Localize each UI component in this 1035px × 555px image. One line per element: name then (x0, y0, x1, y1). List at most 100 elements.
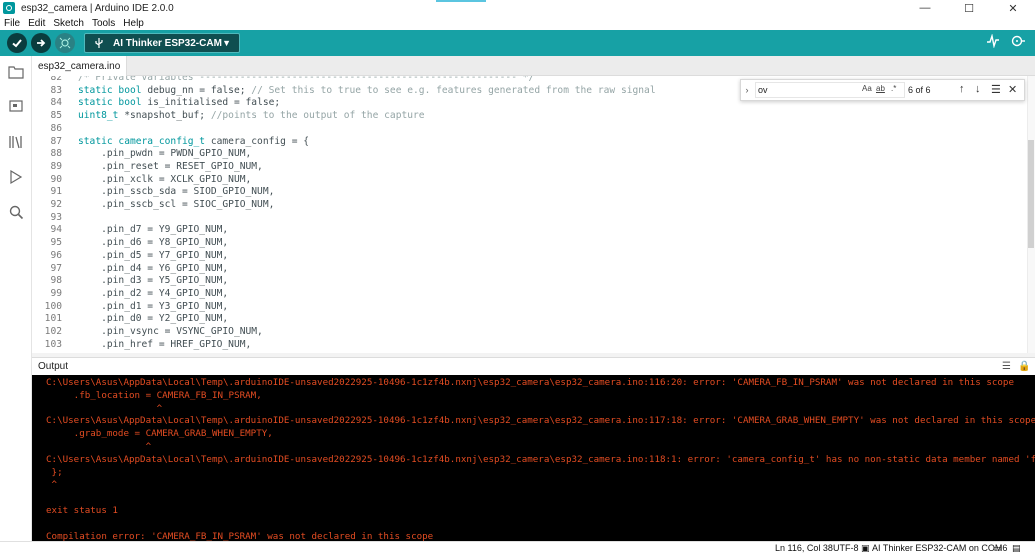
code-line[interactable]: 103 .pin_href = HREF_GPIO_NUM, (32, 339, 1022, 352)
code-token: static bool (78, 97, 142, 109)
find-widget: › ov Aa ab .* 6 of 6 ↑ ↓ ☰ ✕ (740, 79, 1025, 101)
code-line[interactable]: 85 uint8_t *snapshot_buf; //points to the… (32, 110, 1022, 123)
clear-output-icon[interactable]: ☰ (1002, 361, 1011, 372)
code-line[interactable]: 86 (32, 123, 1022, 136)
code-token: /* Private variables -------------------… (78, 76, 535, 83)
code-line[interactable]: 94 .pin_d7 = Y9_GPIO_NUM, (32, 224, 1022, 237)
line-number: 103 (44, 338, 62, 350)
output-title: Output (38, 361, 69, 372)
output-header: Output ☰ 🔒 (32, 357, 1035, 375)
code-text: .pin_d7 = Y9_GPIO_NUM, (78, 224, 228, 237)
library-manager-icon[interactable] (8, 134, 24, 150)
menu-file[interactable]: File (0, 18, 24, 29)
line-number: 90 (50, 173, 62, 185)
code-token: .pin_sscb_scl = SIOC_GPIO_NUM, (78, 199, 275, 210)
menu-sketch[interactable]: Sketch (49, 18, 88, 29)
code-line[interactable]: 98 .pin_d3 = Y5_GPIO_NUM, (32, 275, 1022, 288)
minimize-button[interactable]: — (903, 0, 947, 16)
sketchbook-folder-icon[interactable] (8, 64, 24, 80)
line-number: 102 (44, 326, 62, 337)
output-line: }; (46, 466, 63, 478)
line-number: 87 (50, 135, 62, 147)
line-number: 99 (50, 287, 62, 299)
close-button[interactable]: ✕ (991, 0, 1035, 16)
arduino-app-icon (3, 2, 15, 14)
cursor-position[interactable]: Ln 116, Col 38 (775, 543, 833, 553)
code-text: .pin_sscb_scl = SIOC_GPIO_NUM, (78, 199, 274, 212)
next-match-icon[interactable]: ↓ (975, 83, 981, 95)
line-number: 82 (50, 76, 62, 83)
code-token: .pin_d1 = Y3_GPIO_NUM, (78, 300, 229, 312)
lock-scroll-icon[interactable]: 🔒 (1018, 361, 1030, 372)
code-line[interactable]: 91 .pin_sscb_sda = SIOD_GPIO_NUM, (32, 186, 1022, 199)
code-token: static bool (78, 84, 142, 96)
editor-scroll-thumb[interactable] (1028, 140, 1034, 248)
debug-icon (59, 37, 71, 49)
code-token: .pin_d4 = Y6_GPIO_NUM, (78, 262, 229, 274)
code-token: //points to the output of the capture (210, 110, 425, 122)
notifications-icon[interactable]: ▭ (993, 543, 1002, 554)
code-line[interactable]: 95 .pin_d6 = Y8_GPIO_NUM, (32, 237, 1022, 250)
verify-button[interactable] (7, 33, 27, 53)
code-line[interactable]: 89 .pin_reset = RESET_GPIO_NUM, (32, 161, 1022, 174)
code-line[interactable]: 88 .pin_pwdn = PWDN_GPIO_NUM, (32, 148, 1022, 161)
boards-manager-icon[interactable] (8, 98, 24, 114)
code-text: .pin_d6 = Y8_GPIO_NUM, (78, 237, 228, 250)
file-encoding[interactable]: UTF-8 (833, 543, 859, 553)
code-token: .pin_xclk = XCLK_GPIO_NUM, (78, 173, 252, 185)
code-token: .pin_d3 = Y5_GPIO_NUM, (78, 275, 229, 287)
output-line: ^ (46, 479, 58, 491)
code-editor[interactable]: 82 /* Private variables -----------------… (32, 76, 1035, 353)
code-line[interactable]: 99 .pin_d2 = Y4_GPIO_NUM, (32, 288, 1022, 301)
bell-icon[interactable]: ▤ (1012, 543, 1021, 554)
match-case-toggle[interactable]: Aa (862, 84, 872, 93)
code-text: .pin_sscb_sda = SIOD_GPIO_NUM, (78, 186, 274, 199)
debug-button[interactable] (55, 33, 75, 53)
menu-edit[interactable]: Edit (24, 18, 49, 29)
code-line[interactable]: 97 .pin_d4 = Y6_GPIO_NUM, (32, 263, 1022, 276)
serial-monitor-button[interactable] (1010, 34, 1026, 51)
code-line[interactable]: 87 static camera_config_t camera_config =… (32, 136, 1022, 149)
editor-scrollbar[interactable] (1027, 76, 1035, 353)
board-selector[interactable]: AI Thinker ESP32-CAM ▼ (84, 33, 240, 53)
code-line[interactable]: 96 .pin_d5 = Y7_GPIO_NUM, (32, 250, 1022, 263)
toggle-replace-icon[interactable]: › (741, 85, 753, 95)
code-text: .pin_d4 = Y6_GPIO_NUM, (78, 263, 228, 276)
output-line: exit status 1 (46, 505, 118, 516)
code-line[interactable]: 101 .pin_d0 = Y2_GPIO_NUM, (32, 313, 1022, 326)
menu-help[interactable]: Help (119, 18, 148, 29)
code-token: debug_nn = false; (141, 84, 252, 96)
regex-toggle[interactable]: .* (891, 84, 896, 93)
board-port-status[interactable]: AI Thinker ESP32-CAM on COM6 (872, 543, 1007, 553)
serial-plotter-button[interactable] (986, 33, 1000, 51)
search-icon[interactable] (8, 204, 24, 220)
whole-word-toggle[interactable]: ab (876, 84, 885, 93)
maximize-button[interactable]: ☐ (947, 0, 991, 16)
upload-button[interactable] (31, 33, 51, 53)
code-line[interactable]: 90 .pin_xclk = XCLK_GPIO_NUM, (32, 174, 1022, 187)
close-find-icon[interactable]: ✕ (1008, 83, 1017, 96)
code-token: is_initialised = false; (141, 97, 281, 109)
code-text: .pin_d2 = Y4_GPIO_NUM, (78, 288, 228, 301)
output-line: .grab_mode = CAMERA_GRAB_WHEN_EMPTY, (46, 428, 273, 440)
code-token: .pin_reset = RESET_GPIO_NUM, (78, 160, 263, 172)
code-line[interactable]: 102 .pin_vsync = VSYNC_GPIO_NUM, (32, 326, 1022, 339)
previous-match-icon[interactable]: ↑ (959, 83, 965, 95)
output-line: ^ (46, 402, 163, 414)
code-line[interactable]: 100 .pin_d1 = Y3_GPIO_NUM, (32, 301, 1022, 314)
line-number: 97 (50, 262, 62, 274)
code-text: .pin_href = HREF_GPIO_NUM, (78, 339, 251, 352)
match-count: 6 of 6 (908, 85, 931, 95)
line-number: 101 (44, 313, 62, 325)
output-line: C:\Users\Asus\AppData\Local\Temp\.arduin… (46, 415, 1035, 427)
tab-esp32-camera-ino[interactable]: esp32_camera.ino (32, 56, 128, 76)
output-console[interactable]: C:\Users\Asus\AppData\Local\Temp\.arduin… (32, 375, 1035, 541)
debug-icon[interactable] (8, 169, 24, 185)
code-text: .pin_d0 = Y2_GPIO_NUM, (78, 313, 228, 326)
code-line[interactable]: 93 (32, 212, 1022, 225)
menu-tools[interactable]: Tools (88, 18, 119, 29)
code-line[interactable]: 92 .pin_sscb_scl = SIOC_GPIO_NUM, (32, 199, 1022, 212)
serial-monitor-icon (1011, 35, 1025, 47)
find-in-selection-icon[interactable]: ☰ (991, 83, 1001, 96)
line-number: 96 (50, 249, 62, 261)
